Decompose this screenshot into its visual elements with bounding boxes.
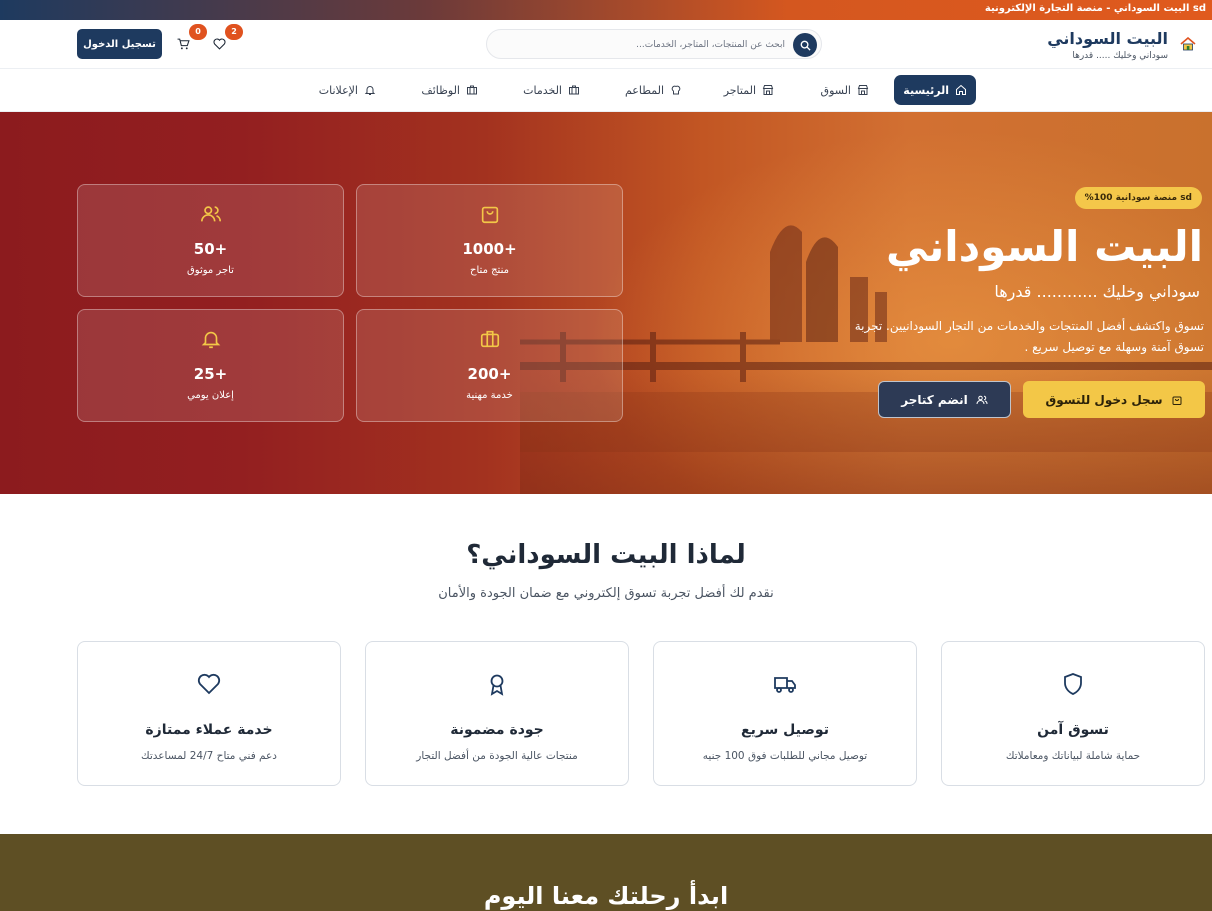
- bell-icon: [364, 86, 376, 95]
- stat-card-ads: +25 إعلان يومي: [77, 309, 344, 422]
- search-input[interactable]: [495, 36, 785, 54]
- hero-subtitle: سوداني وخليك ............ قدرها: [994, 282, 1200, 301]
- feature-title: خدمة عملاء ممتازة: [145, 722, 273, 738]
- home-icon: [956, 84, 966, 95]
- nav-label-home: الرئيسية: [903, 83, 949, 97]
- nav-label-ads: الإعلانات: [318, 83, 358, 97]
- join-merchant-button[interactable]: انضم كتاجر: [878, 381, 1011, 418]
- feature-title: تسوق آمن: [1037, 722, 1109, 738]
- feature-card-delivery: توصيل سريع توصيل مجاني للطلبات فوق 100 ج…: [653, 641, 917, 786]
- hero-description: تسوق واكتشف أفضل المنتجات والخدمات من ال…: [854, 319, 1204, 354]
- stat-label: منتج متاح: [470, 265, 509, 276]
- nav-item-ads[interactable]: الإعلانات: [319, 75, 376, 105]
- feature-desc: دعم فني متاح 24/7 لمساعدتك: [141, 750, 277, 762]
- shopping-bag-icon: [1172, 396, 1182, 405]
- stat-value: +200: [467, 365, 512, 383]
- hero-title: البيت السوداني: [886, 222, 1203, 271]
- feature-desc: منتجات عالية الجودة من أفضل التجار: [416, 750, 578, 762]
- platform-tag: sd منصة سودانية 100%: [1074, 187, 1202, 209]
- wishlist-button[interactable]: 2: [209, 24, 243, 54]
- main-nav: الرئيسية السوق المتاجر المطاعم الخدمات ا…: [0, 68, 1212, 112]
- nav-item-jobs[interactable]: الوظائف: [421, 75, 478, 105]
- feature-card-secure: تسوق آمن حماية شاملة لبياناتك ومعاملاتك: [941, 641, 1205, 786]
- shop-icon: [762, 85, 774, 95]
- users-icon: [976, 395, 988, 404]
- heart-icon: [197, 673, 221, 695]
- stat-card-services: +200 خدمة مهنية: [356, 309, 623, 422]
- shield-icon: [1064, 673, 1082, 695]
- shop-login-button[interactable]: سجل دخول للتسوق: [1023, 381, 1205, 418]
- join-merchant-label: انضم كتاجر: [901, 392, 968, 407]
- feature-card-quality: جودة مضمونة منتجات عالية الجودة من أفضل …: [365, 641, 629, 786]
- stat-label: إعلان يومي: [187, 390, 234, 401]
- section-subtitle: نقدم لك أفضل تجربة تسوق إلكتروني مع ضمان…: [438, 586, 774, 601]
- feature-title: جودة مضمونة: [450, 722, 544, 738]
- briefcase-icon: [480, 330, 499, 348]
- nav-label-services: الخدمات: [523, 83, 562, 97]
- cart-icon: [177, 38, 190, 50]
- truck-icon: [774, 677, 796, 693]
- shopping-bag-icon: [481, 206, 498, 224]
- building-icon: [569, 85, 579, 95]
- stat-value: +25: [193, 365, 228, 383]
- feature-card-support: خدمة عملاء ممتازة دعم فني متاح 24/7 لمسا…: [77, 641, 341, 786]
- announcement-text: sd البيت السوداني - منصة التجارة الإلكتر…: [984, 3, 1206, 14]
- stat-label: خدمة مهنية: [466, 390, 513, 401]
- bell-icon: [201, 331, 220, 349]
- award-icon: [490, 674, 504, 696]
- nav-item-home[interactable]: الرئيسية: [894, 75, 976, 105]
- hero-section: sd منصة سودانية 100% البيت السوداني سودا…: [0, 112, 1212, 494]
- search-icon: [800, 40, 811, 51]
- cart-count-badge: 0: [189, 24, 207, 40]
- top-announcement-bar: sd البيت السوداني - منصة التجارة الإلكتر…: [0, 0, 1212, 20]
- site-header: البيت السوداني سوداني وخليك ..... قدرها …: [0, 20, 1212, 68]
- search-bar: [486, 29, 822, 59]
- stat-value: +50: [193, 240, 228, 258]
- nav-item-services[interactable]: الخدمات: [523, 75, 580, 105]
- nav-label-stores: المتاجر: [723, 83, 756, 97]
- stat-card-products: +1000 منتج متاح: [356, 184, 623, 297]
- nav-item-market[interactable]: السوق: [821, 75, 869, 105]
- login-button[interactable]: تسجيل الدخول: [77, 29, 162, 59]
- cart-button[interactable]: 0: [173, 24, 207, 54]
- chef-hat-icon: [671, 85, 681, 95]
- section-title: لماذا البيت السوداني؟: [466, 540, 746, 570]
- search-button[interactable]: [793, 33, 817, 57]
- stat-value: +1000: [462, 240, 517, 258]
- users-icon: [200, 206, 221, 222]
- nav-label-restaurants: المطاعم: [624, 83, 664, 97]
- nav-item-stores[interactable]: المتاجر: [724, 75, 774, 105]
- house-logo-icon: [1180, 36, 1196, 51]
- feature-title: توصيل سريع: [741, 722, 829, 738]
- shop-login-label: سجل دخول للتسوق: [1045, 392, 1163, 407]
- heart-icon: [213, 38, 225, 50]
- wishlist-count-badge: 2: [225, 24, 243, 40]
- feature-desc: توصيل مجاني للطلبات فوق 100 جنيه: [702, 750, 868, 762]
- brand-title[interactable]: البيت السوداني: [1047, 29, 1168, 48]
- nav-item-restaurants[interactable]: المطاعم: [625, 75, 682, 105]
- cta-section: ابدأ رحلتك معنا اليوم: [0, 834, 1212, 911]
- stat-card-merchants: +50 تاجر موثوق: [77, 184, 344, 297]
- store-icon: [857, 85, 869, 95]
- nav-label-market: السوق: [820, 83, 851, 97]
- nav-label-jobs: الوظائف: [421, 83, 460, 97]
- stat-label: تاجر موثوق: [187, 265, 234, 276]
- brand-subtitle: سوداني وخليك ..... قدرها: [1072, 51, 1168, 61]
- building-icon: [467, 85, 477, 95]
- feature-desc: حماية شاملة لبياناتك ومعاملاتك: [1005, 750, 1141, 762]
- cta-title: ابدأ رحلتك معنا اليوم: [483, 882, 729, 910]
